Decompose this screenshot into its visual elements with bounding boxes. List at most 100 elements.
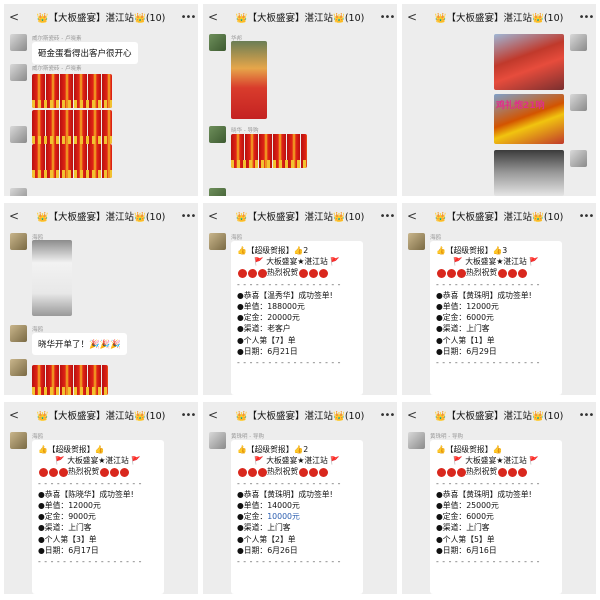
festive-badge-icon xyxy=(298,467,308,477)
chevron-left-icon[interactable]: < xyxy=(203,408,223,422)
chevron-left-icon[interactable]: < xyxy=(4,10,24,24)
chat-header: < 👑【大板盛宴】湛江站👑(10) ••• xyxy=(4,4,198,30)
receipt-photo[interactable] xyxy=(32,240,72,316)
festive-badge-icon xyxy=(517,467,527,477)
congrats-line: ●恭喜【黄珠明】成功签单! xyxy=(237,489,333,499)
message-bubble[interactable]: 晓华开单了！🎉🎉🎉 xyxy=(32,333,127,355)
avatar[interactable] xyxy=(10,325,27,342)
chat-header: < 👑【大板盛宴】湛江站👑(10) ••• xyxy=(203,4,397,30)
avatar[interactable] xyxy=(408,432,425,449)
deposit-line: ●定金：9000元 xyxy=(38,512,96,522)
photo-message[interactable] xyxy=(494,150,564,196)
festive-text: 热烈祝贺 xyxy=(267,467,299,477)
message-bubble[interactable]: 砸金蛋看得出客户很开心 xyxy=(32,42,138,64)
congrats-line: ●恭喜【黄珠明】成功签单! xyxy=(436,290,532,300)
sender-name: 威尔斯瓷砖 - 卢晓素 xyxy=(32,66,82,72)
chat-title: 👑【大板盛宴】湛江站👑(10) xyxy=(235,212,365,223)
avatar[interactable] xyxy=(209,34,226,51)
avatar[interactable] xyxy=(209,233,226,250)
chevron-left-icon[interactable]: < xyxy=(402,10,422,24)
more-dots-icon[interactable]: ••• xyxy=(178,12,198,23)
chat-title: 👑【大板盛宴】湛江站👑(10) xyxy=(434,13,564,24)
card-subtitle: 🚩 大板盛宴★湛江站 🚩 xyxy=(55,456,141,466)
more-dots-icon[interactable]: ••• xyxy=(576,410,596,421)
personal-count-line: ●个人第【7】单 xyxy=(237,335,296,345)
avatar[interactable] xyxy=(570,34,587,51)
sales-announcement-card[interactable]: 👍【超级贺报】👍3 🚩 大板盛宴★湛江站 🚩 热烈祝贺 - - - - - - … xyxy=(430,241,562,395)
more-dots-icon[interactable]: ••• xyxy=(178,211,198,222)
avatar[interactable] xyxy=(10,432,27,449)
festive-badge-icon xyxy=(446,268,456,278)
avatar[interactable] xyxy=(209,188,226,196)
avatar[interactable] xyxy=(209,432,226,449)
card-header: 👍【超级贺报】👍3 xyxy=(436,246,508,255)
price-line: ●单值：12000元 xyxy=(38,501,101,511)
sales-announcement-card[interactable]: 👍【超级贺报】👍2 🚩 大板盛宴★湛江站 🚩 热烈祝贺 - - - - - - … xyxy=(231,241,363,395)
more-dots-icon[interactable]: ••• xyxy=(377,211,397,222)
festive-badge-icon xyxy=(48,467,58,477)
more-dots-icon[interactable]: ••• xyxy=(377,12,397,23)
chat-title: 👑【大板盛宴】湛江站👑(10) xyxy=(434,212,564,223)
photo-message[interactable] xyxy=(231,41,267,119)
more-dots-icon[interactable]: ••• xyxy=(576,12,596,23)
lantern-sticker[interactable] xyxy=(231,134,307,168)
festive-badge-icon xyxy=(497,268,507,278)
avatar[interactable] xyxy=(570,150,587,167)
date-line: ●日期：6月26日 xyxy=(237,545,298,555)
festive-badge-icon xyxy=(257,268,267,278)
festive-text: 热烈祝贺 xyxy=(466,467,498,477)
festive-badge-icon xyxy=(58,467,68,477)
avatar[interactable] xyxy=(209,126,226,143)
sender-name: 海鸥 xyxy=(32,327,44,333)
more-dots-icon[interactable]: ••• xyxy=(576,211,596,222)
chat-title: 👑【大板盛宴】湛江站👑(10) xyxy=(235,411,365,422)
avatar[interactable] xyxy=(10,188,27,196)
avatar[interactable] xyxy=(10,126,27,143)
deposit-label: ●定金： xyxy=(237,512,268,522)
lantern-sticker[interactable] xyxy=(32,144,112,178)
divider: - - - - - - - - - - - - - - - - - xyxy=(436,478,540,488)
chevron-left-icon[interactable]: < xyxy=(203,10,223,24)
card-subtitle: 🚩 大板盛宴★湛江站 🚩 xyxy=(453,257,539,267)
avatar[interactable] xyxy=(570,94,587,111)
festive-banner: 热烈祝贺 xyxy=(38,466,158,477)
festive-badge-icon xyxy=(298,268,308,278)
festive-badge-icon xyxy=(38,467,48,477)
avatar[interactable] xyxy=(408,233,425,250)
chat-title: 👑【大板盛宴】湛江站👑(10) xyxy=(434,411,564,422)
avatar[interactable] xyxy=(10,359,27,376)
card-header: 👍【超级贺报】👍2 xyxy=(237,246,309,255)
divider: - - - - - - - - - - - - - - - - - xyxy=(237,279,341,289)
avatar[interactable] xyxy=(10,233,27,250)
chevron-left-icon[interactable]: < xyxy=(402,209,422,223)
photo-message[interactable] xyxy=(494,34,564,90)
chevron-left-icon[interactable]: < xyxy=(4,209,24,223)
sender-name: 海鸥 xyxy=(430,235,442,241)
deposit-value: 10000元 xyxy=(267,512,300,522)
channel-line: ●渠道：上门客 xyxy=(237,523,291,533)
sales-announcement-card[interactable]: 👍【超级贺报】👍2 🚩 大板盛宴★湛江站 🚩 热烈祝贺 - - - - - - … xyxy=(231,440,363,594)
sales-announcement-card[interactable]: 👍【超级贺报】👍 🚩 大板盛宴★湛江站 🚩 热烈祝贺 - - - - - - -… xyxy=(430,440,562,594)
chevron-left-icon[interactable]: < xyxy=(402,408,422,422)
avatar[interactable] xyxy=(10,34,27,51)
more-dots-icon[interactable]: ••• xyxy=(178,410,198,421)
lantern-sticker[interactable] xyxy=(32,110,112,144)
festive-badge-icon xyxy=(436,467,446,477)
festive-badge-icon xyxy=(247,268,257,278)
divider: - - - - - - - - - - - - - - - - - xyxy=(237,557,341,567)
festive-banner: 热烈祝贺 xyxy=(436,466,556,477)
more-dots-icon[interactable]: ••• xyxy=(377,410,397,421)
chevron-left-icon[interactable]: < xyxy=(4,408,24,422)
date-line: ●日期：6月21日 xyxy=(237,346,298,356)
festive-badge-icon xyxy=(507,268,517,278)
divider: - - - - - - - - - - - - - - - - - xyxy=(38,478,142,488)
personal-count-line: ●个人第【2】单 xyxy=(237,534,296,544)
avatar[interactable] xyxy=(10,64,27,81)
festive-badge-icon xyxy=(497,467,507,477)
card-subtitle: 🚩 大板盛宴★湛江站 🚩 xyxy=(254,257,340,267)
lantern-sticker[interactable] xyxy=(32,365,108,395)
congrats-line: ●恭喜【陈晓华】成功签单! xyxy=(38,489,134,499)
chevron-left-icon[interactable]: < xyxy=(203,209,223,223)
lantern-sticker[interactable] xyxy=(32,74,112,108)
sales-announcement-card[interactable]: 👍【超级贺报】👍 🚩 大板盛宴★湛江站 🚩 热烈祝贺 - - - - - - -… xyxy=(32,440,164,594)
